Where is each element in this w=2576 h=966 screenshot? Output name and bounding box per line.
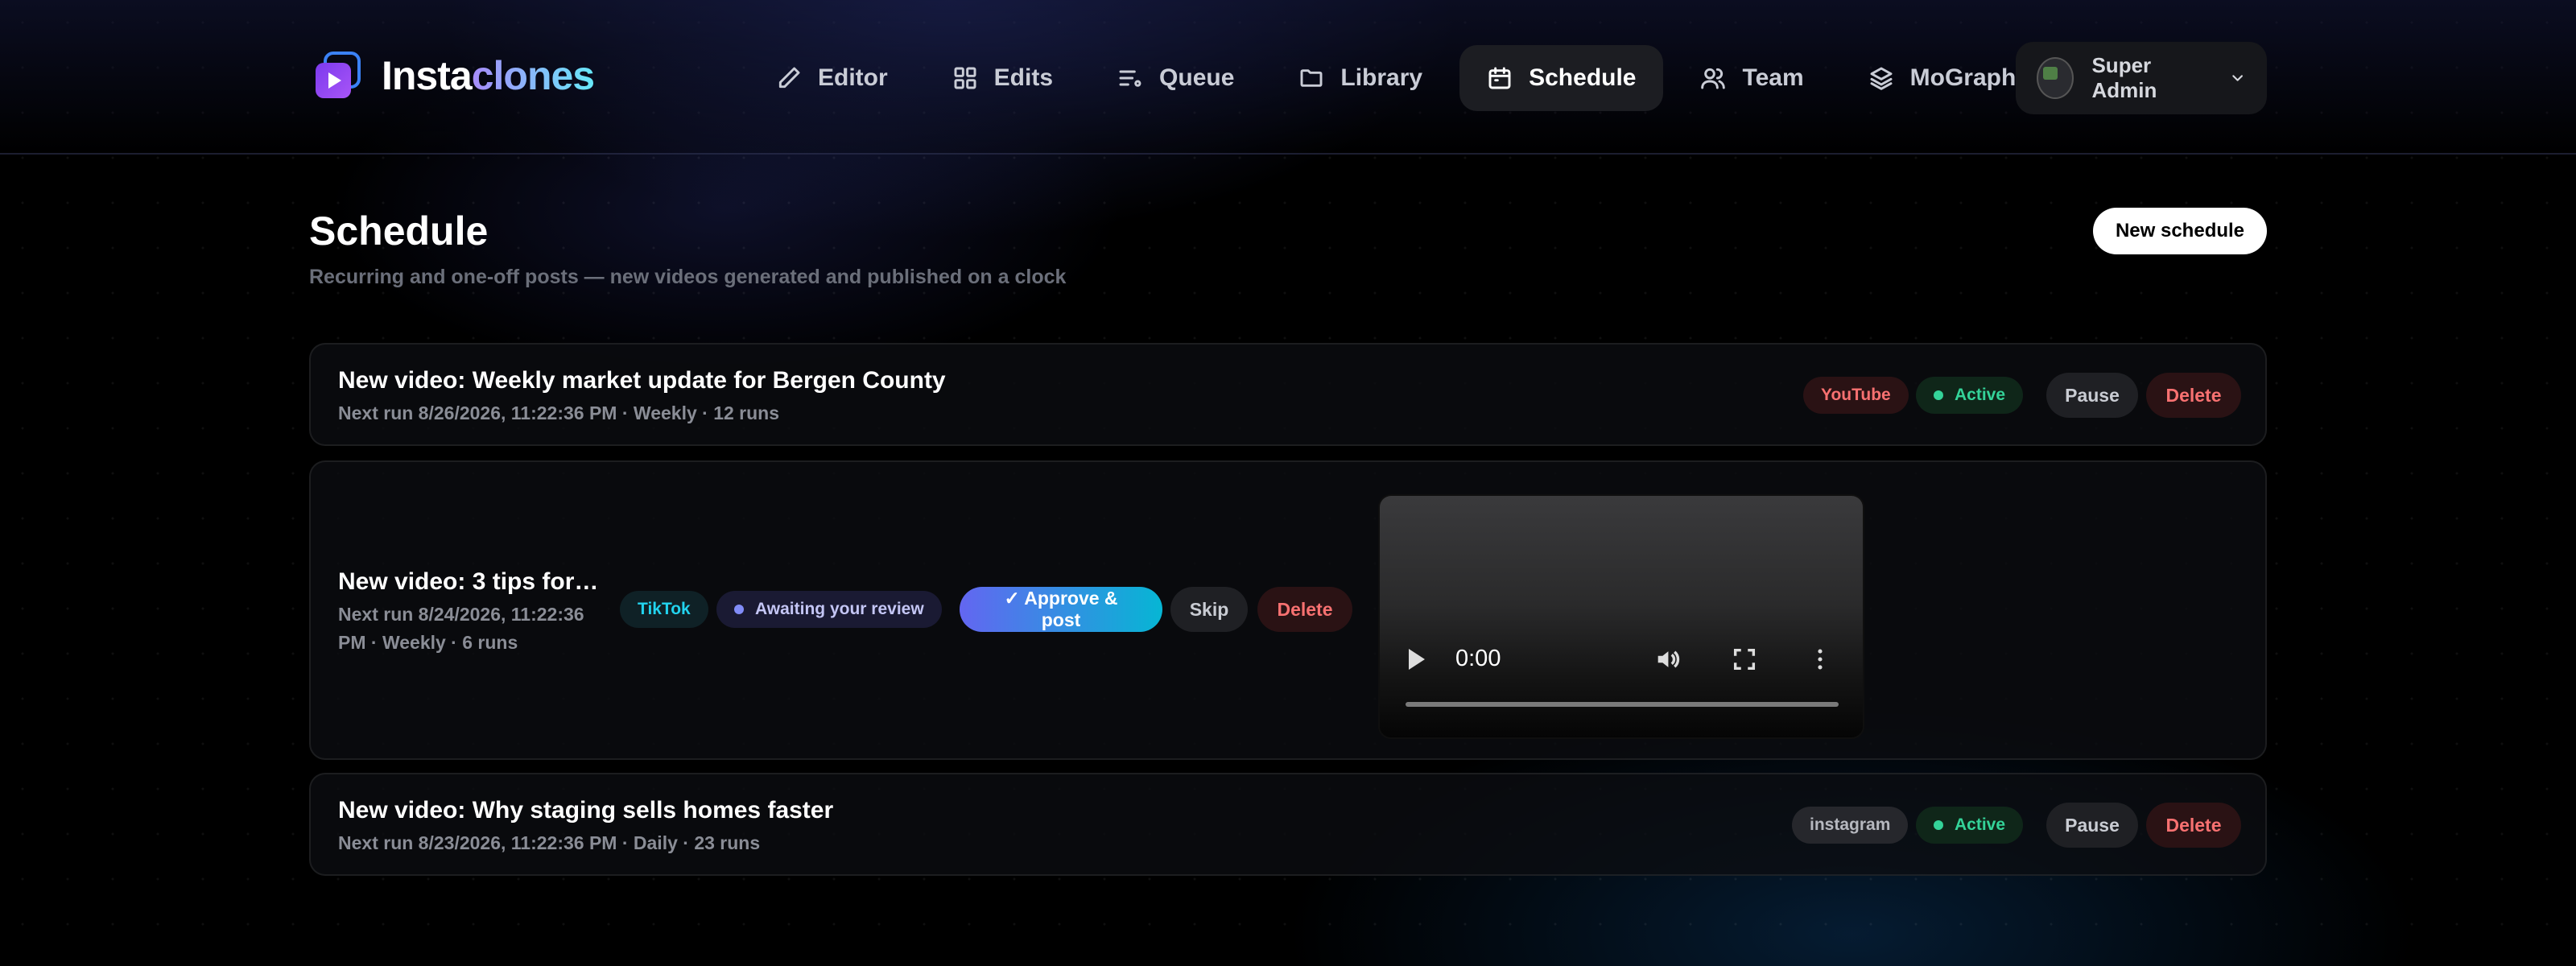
calendar-icon xyxy=(1488,67,1511,89)
status-dot-icon xyxy=(1934,390,1943,400)
folder-icon xyxy=(1300,69,1323,87)
grid-icon xyxy=(954,67,976,89)
platform-label: instagram xyxy=(1810,815,1891,834)
new-schedule-button[interactable]: New schedule xyxy=(2093,208,2267,254)
nav-schedule-label: Schedule xyxy=(1529,64,1637,91)
nav-editor-label: Editor xyxy=(818,64,888,91)
platform-label: YouTube xyxy=(1821,386,1891,404)
video-progress-bar[interactable] xyxy=(1406,702,1839,707)
play-icon[interactable] xyxy=(1409,649,1425,670)
video-player[interactable]: 0:00 xyxy=(1378,494,1864,739)
logo-play-icon xyxy=(314,52,362,100)
status-label: Awaiting your review xyxy=(755,600,924,618)
schedule-card: New video: 3 tips for … Next run 8/24/20… xyxy=(309,460,2267,760)
platform-badge: TikTok xyxy=(620,591,708,628)
skip-button[interactable]: Skip xyxy=(1170,587,1248,632)
video-surface xyxy=(1380,496,1863,737)
delete-button[interactable]: Delete xyxy=(2146,373,2241,418)
pause-button[interactable]: Pause xyxy=(2046,803,2138,848)
user-name: Super Admin xyxy=(2091,53,2157,102)
approve-post-button[interactable]: ✓ Approve & post xyxy=(960,587,1162,632)
schedule-card: New video: Weekly market update for Berg… xyxy=(309,343,2267,446)
brand-name: Instaclones xyxy=(382,53,595,98)
nav-edits-label: Edits xyxy=(993,64,1054,91)
more-options-icon[interactable] xyxy=(1806,646,1834,673)
nav-queue[interactable]: Queue xyxy=(1090,45,1261,111)
schedule-card: New video: Why staging sells homes faste… xyxy=(309,773,2267,876)
schedule-meta: Next run 8/23/2026, 11:22:36 PM · Daily … xyxy=(338,832,761,853)
video-time: 0:00 xyxy=(1455,646,1501,671)
page-subtitle: Recurring and one-off posts — new videos… xyxy=(309,266,1067,288)
delete-button[interactable]: Delete xyxy=(1257,587,1352,632)
layers-icon xyxy=(1870,67,1893,90)
status-dot-icon xyxy=(734,605,744,614)
brand-logo[interactable]: Instaclones xyxy=(314,52,595,100)
fullscreen-icon[interactable] xyxy=(1731,646,1758,673)
platform-badge: instagram xyxy=(1792,807,1909,844)
schedule-title: New video: Weekly market update for Berg… xyxy=(338,367,946,394)
top-header: Instaclones Editor Edits Queue Library S… xyxy=(0,0,2576,155)
pause-button[interactable]: Pause xyxy=(2046,373,2138,418)
nav-edits[interactable]: Edits xyxy=(925,45,1080,111)
main-nav: Editor Edits Queue Library Schedule Team… xyxy=(749,45,2043,111)
status-badge: Awaiting your review xyxy=(716,591,942,628)
schedule-meta: Next run 8/26/2026, 11:22:36 PM · Weekly… xyxy=(338,402,780,423)
nav-team-label: Team xyxy=(1742,64,1804,91)
nav-editor[interactable]: Editor xyxy=(749,45,915,111)
platform-label: TikTok xyxy=(638,600,691,618)
schedule-meta: Next run 8/24/2026, 11:22:36 PM · Weekly… xyxy=(338,604,584,653)
status-dot-icon xyxy=(1934,820,1943,830)
status-badge: Active xyxy=(1916,807,2024,844)
platform-badge: YouTube xyxy=(1803,377,1909,414)
nav-schedule[interactable]: Schedule xyxy=(1459,45,1664,111)
volume-icon[interactable] xyxy=(1653,646,1681,673)
chevron-down-icon xyxy=(2232,75,2243,81)
status-label: Active xyxy=(1955,815,2006,834)
nav-library-label: Library xyxy=(1340,64,1423,91)
nav-mograph-label: MoGraph xyxy=(1909,64,2017,91)
delete-button[interactable]: Delete xyxy=(2146,803,2241,848)
schedule-title: New video: Why staging sells homes faste… xyxy=(338,797,834,824)
nav-team[interactable]: Team xyxy=(1673,45,1831,111)
list-icon xyxy=(1119,70,1141,87)
nav-library[interactable]: Library xyxy=(1271,45,1450,111)
pencil-icon xyxy=(778,67,800,89)
page-title: Schedule xyxy=(309,208,489,254)
nav-queue-label: Queue xyxy=(1159,64,1235,91)
status-badge: Active xyxy=(1916,377,2024,414)
avatar xyxy=(2037,57,2074,99)
nav-mograph[interactable]: MoGraph xyxy=(1841,45,2044,111)
user-menu-button[interactable]: Super Admin xyxy=(2016,42,2267,114)
schedule-title: New video: 3 tips for … xyxy=(338,568,604,595)
status-label: Active xyxy=(1955,386,2006,404)
users-icon xyxy=(1701,68,1726,89)
